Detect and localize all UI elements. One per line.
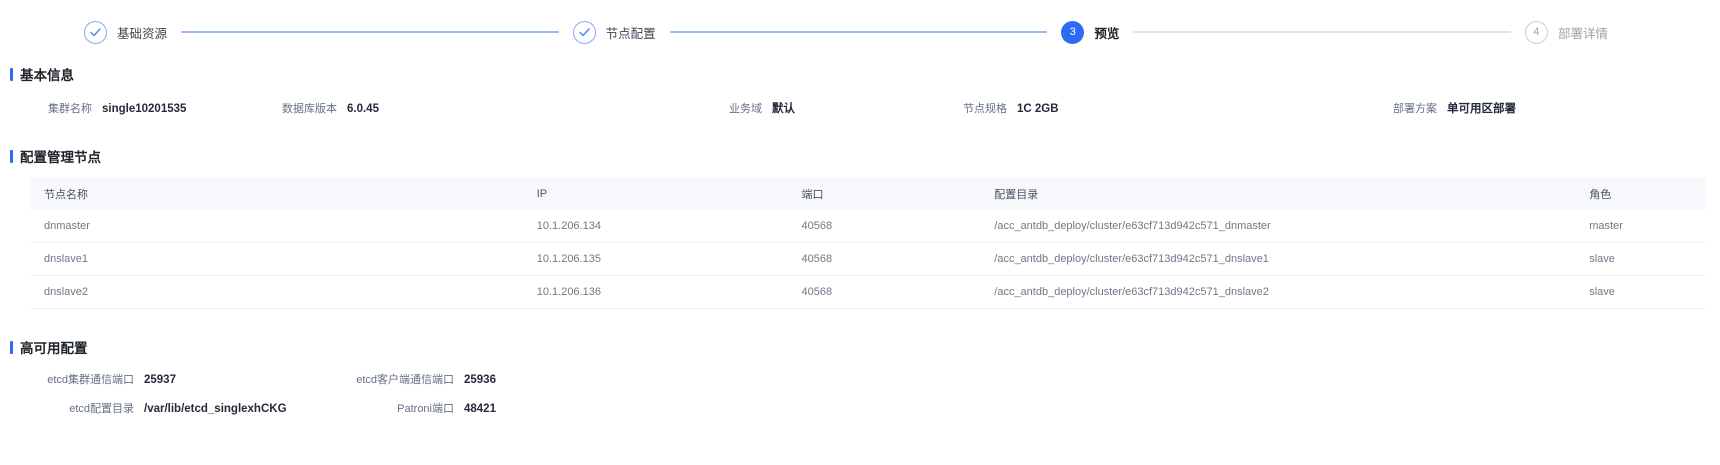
table-row: dnmaster 10.1.206.134 40568 /acc_antdb_d… xyxy=(30,210,1706,243)
table-header-row: 节点名称 IP 端口 配置目录 角色 xyxy=(30,178,1706,210)
col-header-port: 端口 xyxy=(787,178,981,210)
field-label: 数据库版本 xyxy=(282,103,337,115)
col-header-config-dir: 配置目录 xyxy=(980,178,1576,210)
step-connector xyxy=(669,31,1048,33)
field-value: 默认 xyxy=(772,103,795,115)
check-icon xyxy=(90,27,101,36)
step-item-node-config[interactable]: 节点配置 xyxy=(572,20,656,44)
field-etcd-client-port: etcd客户端通信端口 25936 xyxy=(330,371,790,387)
field-label: 部署方案 xyxy=(1393,103,1437,115)
field-business-domain: 业务域 默认 xyxy=(700,100,945,116)
basic-info-grid: 集群名称 single10201535 数据库版本 6.0.45 业务域 默认 … xyxy=(30,100,1720,116)
cell-port: 40568 xyxy=(787,242,981,276)
cell-ip: 10.1.206.136 xyxy=(522,275,788,309)
step-label: 预览 xyxy=(1094,26,1120,41)
section-ha-config: 高可用配置 etcd集群通信端口 25937 etcd客户端通信端口 25936… xyxy=(0,337,1720,416)
check-icon xyxy=(578,27,590,36)
cell-ip: 10.1.206.135 xyxy=(522,242,788,276)
field-cluster-name: 集群名称 single10201535 xyxy=(30,100,275,116)
cell-config-dir: /acc_antdb_deploy/cluster/e63cf713d942c5… xyxy=(980,275,1576,309)
step-label: 节点配置 xyxy=(605,26,656,41)
step-item-deploy-details[interactable]: 4 部署详情 xyxy=(1524,20,1608,44)
step-item-preview[interactable]: 3 预览 xyxy=(1061,20,1120,44)
field-value: single10201535 xyxy=(102,103,187,115)
ha-config-grid: etcd集群通信端口 25937 etcd客户端通信端口 25936 etcd配… xyxy=(10,371,1720,416)
field-label: etcd配置目录 xyxy=(69,403,134,415)
cell-port: 40568 xyxy=(787,275,981,309)
section-title-basic-info: 基本信息 xyxy=(10,64,1720,84)
nodes-table: 节点名称 IP 端口 配置目录 角色 dnmaster 10.1.206.134… xyxy=(30,178,1706,309)
field-label: 业务域 xyxy=(729,103,762,115)
field-value: 1C 2GB xyxy=(1017,103,1059,115)
field-value: 48421 xyxy=(464,403,496,415)
field-db-version: 数据库版本 6.0.45 xyxy=(275,100,700,116)
table-row: dnslave2 10.1.206.136 40568 /acc_antdb_d… xyxy=(30,275,1706,309)
field-etcd-config-dir: etcd配置目录 /var/lib/etcd_singlexhCKG xyxy=(10,400,330,416)
cell-ip: 10.1.206.134 xyxy=(522,210,788,243)
step-label: 部署详情 xyxy=(1557,26,1608,41)
section-management-nodes: 配置管理节点 节点名称 IP 端口 配置目录 角色 dnmaster 10.1.… xyxy=(0,146,1720,309)
col-header-ip: IP xyxy=(522,178,788,210)
cell-config-dir: /acc_antdb_deploy/cluster/e63cf713d942c5… xyxy=(980,242,1576,276)
field-label: etcd客户端通信端口 xyxy=(356,374,454,386)
wizard-steps-bar: 基础资源 节点配置 3 预览 4 部署详情 xyxy=(0,0,1720,64)
step-circle-done xyxy=(84,20,107,44)
step-label: 基础资源 xyxy=(117,26,168,41)
field-value: 单可用区部署 xyxy=(1447,103,1516,115)
table-row: dnslave1 10.1.206.135 40568 /acc_antdb_d… xyxy=(30,242,1706,276)
field-label: etcd集群通信端口 xyxy=(47,374,134,386)
step-item-basic-resources[interactable]: 基础资源 xyxy=(84,20,168,44)
field-label: Patroni端口 xyxy=(397,403,454,415)
cell-role: master xyxy=(1575,210,1706,243)
section-basic-info: 基本信息 集群名称 single10201535 数据库版本 6.0.45 业务… xyxy=(0,64,1720,116)
cell-port: 40568 xyxy=(787,210,981,243)
field-value: 6.0.45 xyxy=(347,103,379,115)
title-accent-bar xyxy=(10,340,13,354)
cell-node-name: dnslave2 xyxy=(30,275,523,309)
section-title-text: 基本信息 xyxy=(20,68,74,83)
step-connector xyxy=(1133,31,1511,33)
step-connector xyxy=(181,31,559,33)
title-accent-bar xyxy=(10,149,13,163)
step-circle-active: 3 xyxy=(1061,20,1085,44)
field-value: 25937 xyxy=(144,374,176,386)
step-circle-done xyxy=(572,20,596,44)
step-circle-pending: 4 xyxy=(1524,20,1548,44)
field-value: /var/lib/etcd_singlexhCKG xyxy=(144,403,287,415)
field-deploy-plan: 部署方案 单可用区部署 xyxy=(1375,100,1720,116)
cell-config-dir: /acc_antdb_deploy/cluster/e63cf713d942c5… xyxy=(980,210,1576,243)
cell-node-name: dnmaster xyxy=(30,210,523,243)
field-etcd-cluster-port: etcd集群通信端口 25937 xyxy=(10,371,330,387)
col-header-role: 角色 xyxy=(1575,178,1706,210)
section-title-management-nodes: 配置管理节点 xyxy=(10,146,1720,166)
field-label: 节点规格 xyxy=(963,103,1007,115)
section-title-ha-config: 高可用配置 xyxy=(10,337,1720,357)
cell-role: slave xyxy=(1575,242,1706,276)
cell-role: slave xyxy=(1575,275,1706,309)
col-header-node-name: 节点名称 xyxy=(30,178,523,210)
cell-node-name: dnslave1 xyxy=(30,242,523,276)
section-title-text: 配置管理节点 xyxy=(20,150,101,165)
section-title-text: 高可用配置 xyxy=(20,341,88,356)
field-label: 集群名称 xyxy=(48,103,92,115)
field-patroni-port: Patroni端口 48421 xyxy=(330,400,790,416)
field-value: 25936 xyxy=(464,374,496,386)
field-node-spec: 节点规格 1C 2GB xyxy=(945,100,1375,116)
title-accent-bar xyxy=(10,67,13,81)
